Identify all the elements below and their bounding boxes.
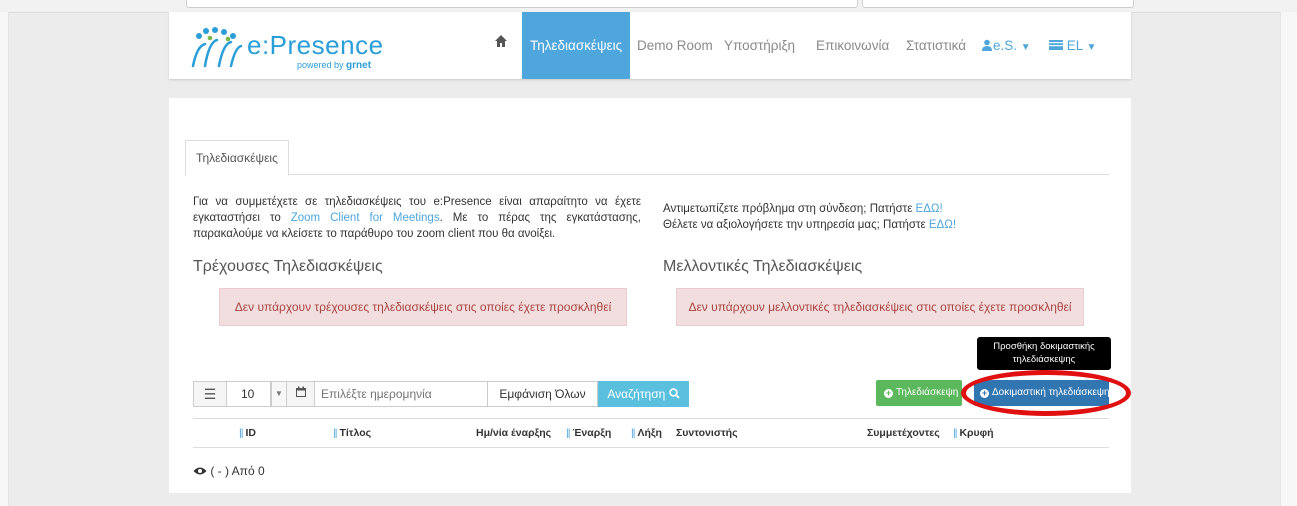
logo-powered: powered by grnet bbox=[297, 60, 371, 71]
show-all-button[interactable]: Εμφάνιση Όλων bbox=[488, 381, 598, 407]
calendar-icon[interactable] bbox=[287, 381, 315, 407]
connection-help: Αντιμετωπίζετε πρόβλημα στη σύνδεση; Πατ… bbox=[663, 201, 1103, 217]
logo-text: e:Presence bbox=[247, 30, 384, 60]
column-moderator: Συντονιστής bbox=[676, 427, 738, 439]
highlight-annotation-ring bbox=[961, 370, 1131, 416]
user-name: e.S. bbox=[993, 38, 1018, 53]
list-view-button[interactable]: ☰ bbox=[193, 381, 227, 407]
nav-conferences[interactable]: Τηλεδιασκέψεις bbox=[522, 12, 631, 79]
connection-help-link[interactable]: ΕΔΩ! bbox=[916, 203, 943, 215]
powered-label: powered by bbox=[297, 60, 344, 70]
records-count-text: ( - ) Από 0 bbox=[210, 464, 265, 478]
chevron-down-icon: ▼ bbox=[1086, 42, 1097, 53]
plus-circle-icon: + bbox=[884, 388, 893, 398]
column-participants: Συμμετέχοντες bbox=[867, 427, 940, 439]
current-conferences-title: Τρέχουσες Τηλεδιασκέψεις bbox=[193, 258, 383, 275]
flag-icon bbox=[1049, 40, 1063, 50]
nav-demo-room[interactable]: Demo Room bbox=[637, 12, 713, 79]
nav-language-menu[interactable]: EL ▼ bbox=[1049, 12, 1096, 79]
conferences-table-header: || ID || Τίτλος Ημ/νία έναρξης || Έναρξη ||… bbox=[193, 418, 1109, 448]
help-links: Αντιμετωπίζετε πρόβλημα στη σύνδεση; Πατ… bbox=[663, 201, 1103, 233]
sort-icon: || bbox=[953, 427, 958, 439]
feedback-text: Θέλετε να αξιολογήσετε την υπηρεσία μας;… bbox=[663, 219, 929, 231]
nav-user-menu[interactable]: e.S. ▼ bbox=[981, 12, 1031, 79]
grnet-label: grnet bbox=[346, 60, 372, 71]
nav-contact[interactable]: Επικοινωνία bbox=[816, 12, 889, 79]
people-logo-icon bbox=[191, 27, 243, 68]
connection-help-text: Αντιμετωπίζετε πρόβλημα στη σύνδεση; Πατ… bbox=[663, 203, 916, 215]
nav-statistics[interactable]: Στατιστικά bbox=[906, 12, 966, 79]
nav-support[interactable]: Υποστήριξη bbox=[724, 12, 795, 79]
sort-icon: || bbox=[631, 427, 636, 439]
search-button[interactable]: Αναζήτηση bbox=[598, 381, 689, 407]
chevron-down-icon[interactable]: ▼ bbox=[271, 381, 287, 407]
current-conferences-alert: Δεν υπάρχουν τρέχουσες τηλεδιασκέψεις στ… bbox=[219, 288, 627, 326]
new-conference-label: Τηλεδιάσκεψη bbox=[896, 387, 959, 398]
column-id-label: ID bbox=[245, 427, 256, 439]
column-start[interactable]: || Έναρξη bbox=[566, 419, 611, 447]
user-icon bbox=[982, 39, 992, 51]
browser-search-field[interactable] bbox=[862, 0, 1134, 8]
date-input[interactable] bbox=[315, 381, 488, 407]
column-start-label: Έναρξη bbox=[572, 427, 612, 439]
search-icon bbox=[668, 388, 680, 399]
left-gutter bbox=[0, 12, 9, 506]
column-hidden-label: Κρυφή bbox=[959, 427, 994, 439]
feedback-help: Θέλετε να αξιολογήσετε την υπηρεσία μας;… bbox=[663, 217, 1103, 233]
column-title-label: Τίτλος bbox=[339, 427, 372, 439]
new-conference-button[interactable]: + Τηλεδιάσκεψη bbox=[876, 380, 962, 406]
sort-icon: || bbox=[239, 427, 244, 439]
column-end-label: Λήξη bbox=[637, 427, 662, 439]
home-icon[interactable] bbox=[494, 34, 510, 54]
upcoming-conferences-title: Μελλοντικές Τηλεδιασκέψεις bbox=[663, 258, 863, 275]
tab-divider bbox=[185, 174, 1109, 175]
zoom-instructions: Για να συμμετέχετε σε τηλεδιασκέψεις του… bbox=[193, 194, 641, 242]
tab-conferences[interactable]: Τηλεδιασκέψεις bbox=[185, 140, 289, 176]
search-label: Αναζήτηση bbox=[607, 387, 666, 401]
chevron-down-icon: ▼ bbox=[1020, 42, 1031, 53]
logo[interactable]: e:Presence powered by grnet bbox=[189, 22, 389, 72]
column-title[interactable]: || Τίτλος bbox=[333, 419, 371, 447]
eye-icon bbox=[193, 467, 207, 475]
column-id[interactable]: || ID bbox=[239, 419, 256, 447]
language-label: EL bbox=[1066, 38, 1083, 53]
browser-address-field[interactable] bbox=[186, 0, 858, 8]
sort-icon: || bbox=[333, 427, 338, 439]
top-navbar: e:Presence powered by grnet Τηλεδιασκέψε… bbox=[169, 12, 1131, 79]
page-size-select[interactable]: 10 bbox=[227, 381, 271, 407]
main-panel: Τηλεδιασκέψεις Για να συμμετέχετε σε τηλ… bbox=[169, 98, 1131, 493]
zoom-client-link[interactable]: Zoom Client for Meetings bbox=[291, 212, 440, 224]
feedback-link[interactable]: ΕΔΩ! bbox=[929, 219, 956, 231]
column-end[interactable]: || Λήξη bbox=[631, 419, 662, 447]
scrollbar[interactable] bbox=[1280, 12, 1297, 506]
column-start-date: Ημ/νία έναρξης bbox=[476, 427, 552, 439]
test-conference-tooltip: Προσθήκη δοκιμαστικής τηλεδιάσκεψης bbox=[977, 337, 1111, 370]
column-hidden[interactable]: || Κρυφή bbox=[953, 419, 994, 447]
sort-icon: || bbox=[566, 427, 571, 439]
records-count: ( - ) Από 0 bbox=[193, 464, 265, 478]
upcoming-conferences-alert: Δεν υπάρχουν μελλοντικές τηλεδιασκέψεις … bbox=[676, 288, 1084, 326]
